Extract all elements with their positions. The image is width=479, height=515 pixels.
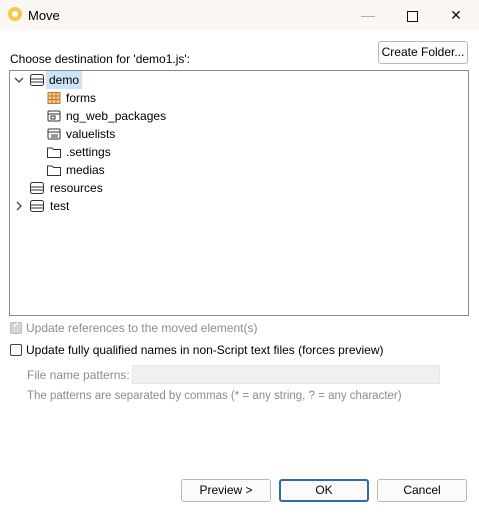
tree-item-settings[interactable]: .settings (10, 143, 450, 161)
maximize-button[interactable] (390, 0, 434, 30)
project-icon (30, 181, 44, 195)
tree-item-demo[interactable]: demo (10, 71, 450, 89)
tree-item-forms[interactable]: forms (10, 89, 450, 107)
minimize-button[interactable]: — (346, 0, 390, 30)
folder-icon (47, 145, 61, 159)
destination-tree[interactable]: demo forms ng_web_packages valuelists .s… (9, 70, 469, 316)
tree-item-test[interactable]: test (10, 197, 450, 215)
update-qualified-names-checkbox[interactable] (10, 344, 22, 356)
preview-button[interactable]: Preview > (181, 479, 271, 502)
title-bar: Move — ✕ (0, 0, 479, 30)
file-patterns-input (132, 365, 440, 384)
choose-destination-label: Choose destination for 'demo1.js': (10, 52, 191, 66)
update-qualified-names-label[interactable]: Update fully qualified names in non-Scri… (26, 343, 384, 357)
tree-label: .settings (66, 145, 111, 159)
project-icon (30, 199, 44, 213)
create-folder-button[interactable]: Create Folder... (378, 41, 468, 64)
window-title: Move (28, 8, 60, 23)
tree-label: resources (50, 181, 103, 195)
project-icon (30, 73, 44, 87)
tree-item-medias[interactable]: medias (10, 161, 450, 179)
tree-label: ng_web_packages (66, 109, 167, 123)
valuelists-folder-icon (47, 127, 61, 141)
chevron-right-icon[interactable] (14, 197, 24, 222)
packages-folder-icon (47, 109, 61, 123)
tree-item-valuelists[interactable]: valuelists (10, 125, 450, 143)
folder-icon (47, 163, 61, 177)
tree-label: demo (46, 71, 83, 89)
forms-folder-icon (47, 91, 61, 105)
patterns-hint: The patterns are separated by commas (* … (27, 390, 402, 402)
update-references-checkbox (10, 320, 22, 334)
tree-label: medias (66, 163, 105, 177)
ok-button[interactable]: OK (279, 479, 369, 502)
maximize-icon (406, 10, 418, 22)
app-icon (8, 7, 22, 21)
update-references-label: Update references to the moved element(s… (26, 321, 258, 335)
close-button[interactable]: ✕ (434, 0, 478, 30)
tree-label: forms (66, 91, 96, 105)
file-patterns-label: File name patterns: (27, 368, 130, 382)
tree-label: valuelists (66, 127, 116, 141)
tree-label: test (50, 199, 70, 213)
tree-item-resources[interactable]: resources (10, 179, 450, 197)
tree-item-ng-web-packages[interactable]: ng_web_packages (10, 107, 450, 125)
cancel-button[interactable]: Cancel (377, 479, 467, 502)
